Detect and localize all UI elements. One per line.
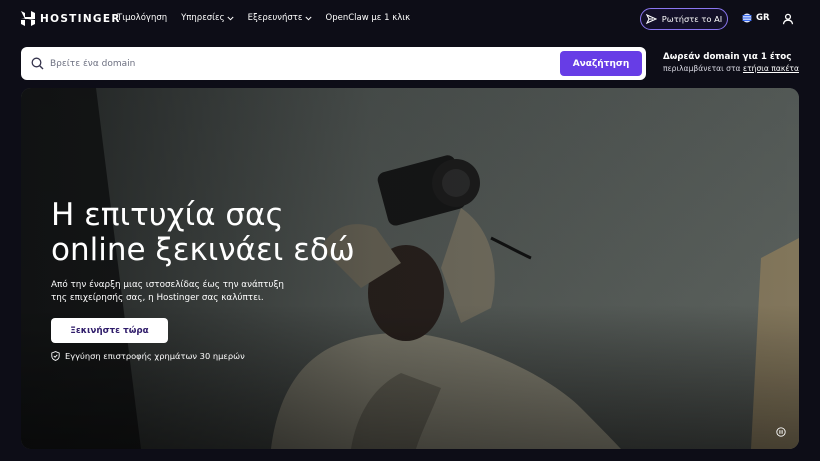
search-button[interactable]: Αναζήτηση (560, 51, 642, 76)
hostinger-logo[interactable]: HOSTINGER (21, 11, 121, 26)
hero-title-line-1: Η επιτυχία σας (51, 197, 284, 233)
domain-search-bar: Αναζήτηση (21, 47, 646, 80)
nav-link-label: Τιμολόγηση (117, 13, 168, 23)
ask-ai-label: Ρωτήστε το AI (661, 14, 723, 24)
chevron-down-icon (304, 16, 312, 20)
language-selector[interactable]: GR (742, 13, 770, 23)
get-started-button[interactable]: Ξεκινήστε τώρα (51, 318, 168, 343)
hero-description: Από την έναρξη μιας ιστοσελίδας έως την … (51, 280, 284, 303)
nav-link-services[interactable]: Υπηρεσίες (181, 13, 234, 23)
nav-link-pricing[interactable]: Τιμολόγηση (117, 13, 167, 23)
chevron-down-icon (227, 16, 234, 20)
user-icon[interactable] (782, 13, 794, 25)
nav-link-explore[interactable]: Εξερευνήστε (248, 13, 312, 23)
hero-banner: Η επιτυχία σας online ξεκινάει εδώ Από τ… (21, 88, 799, 449)
hero-title-line-2: online ξεκινάει εδώ (51, 232, 355, 268)
search-icon (31, 57, 44, 70)
nav-link-label: Εξερευνήστε (247, 13, 303, 23)
language-code: GR (756, 13, 770, 23)
ask-ai-button[interactable]: Ρωτήστε το AI (640, 8, 728, 30)
domain-search-input[interactable] (50, 55, 550, 73)
money-back-guarantee: Εγγύηση επιστροφής χρημάτων 30 ημερών (51, 351, 245, 361)
hero-title: Η επιτυχία σας online ξεκινάει εδώ (51, 198, 471, 268)
top-navigation: HOSTINGER Τιμολόγηση Υπηρεσίες Εξερευνήσ… (0, 0, 820, 38)
hostinger-logo-icon (21, 11, 35, 26)
shield-check-icon (51, 351, 60, 361)
annual-plans-link[interactable]: ετήσια πακέτα (743, 64, 799, 73)
nav-link-label: Υπηρεσίες (181, 13, 225, 23)
promo-title: Δωρεάν domain για 1 έτος (663, 52, 792, 62)
globe-icon (742, 13, 752, 23)
hero-background-image (21, 88, 799, 449)
promo-subtitle: περιλαμβάνεται στα ετήσια πακέτα (663, 64, 799, 73)
promo-text: περιλαμβάνεται στα (663, 64, 741, 73)
free-domain-promo: Δωρεάν domain για 1 έτος περιλαμβάνεται … (663, 52, 799, 73)
nav-links: Τιμολόγηση Υπηρεσίες Εξερευνήστε OpenCla… (117, 13, 410, 23)
brand-name: HOSTINGER (40, 12, 121, 25)
pause-icon[interactable] (776, 427, 786, 437)
nav-link-openclaw[interactable]: OpenClaw με 1 κλικ (326, 13, 411, 23)
sparkle-icon (645, 14, 657, 24)
guarantee-text: Εγγύηση επιστροφής χρημάτων 30 ημερών (65, 351, 245, 361)
nav-link-label: OpenClaw με 1 κλικ (325, 13, 411, 23)
